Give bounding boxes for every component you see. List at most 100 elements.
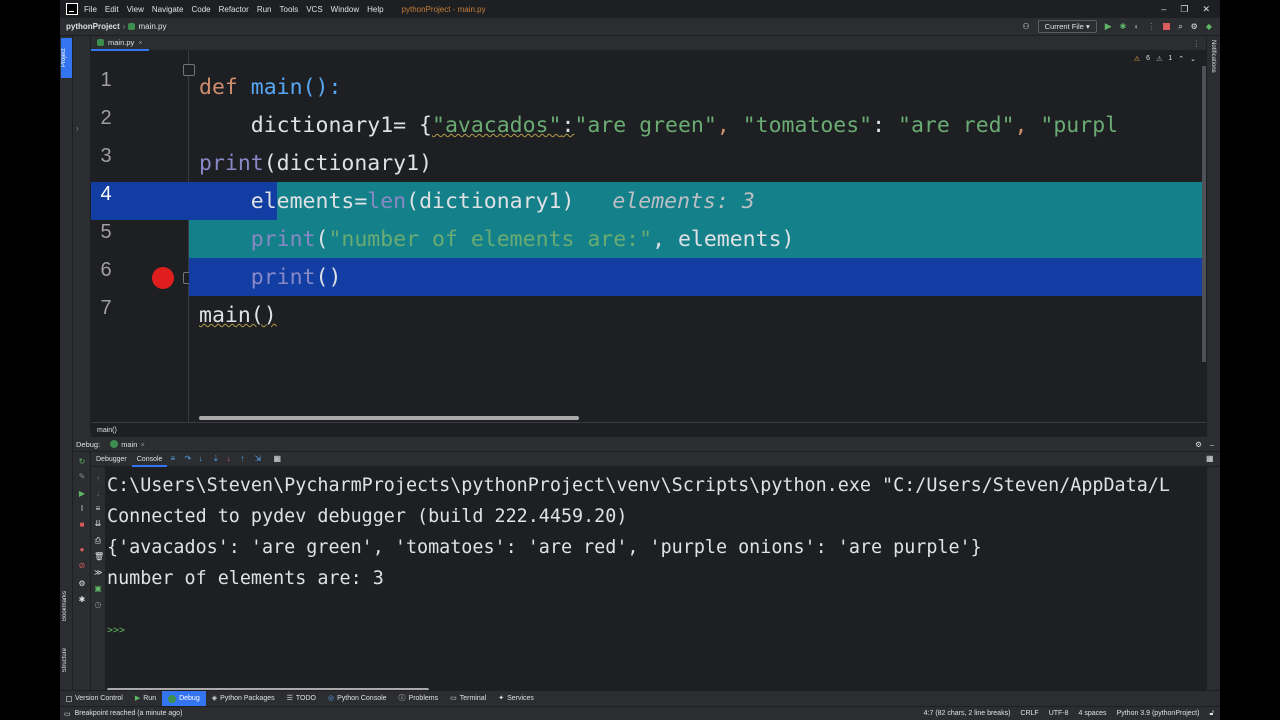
caret-position[interactable]: 4:7 (82 chars, 2 line breaks) [924,710,1011,718]
debug-console-output[interactable]: C:\Users\Steven\PycharmProjects\pythonPr… [107,470,1207,660]
chevron-right-icon: › [122,22,126,31]
menu-window[interactable]: Window [327,5,363,14]
stop-icon[interactable]: ■ [78,521,86,529]
settings-icon[interactable]: ⚙ [78,580,86,588]
arrow-up-icon[interactable]: ↑ [94,475,102,483]
python-console-icon[interactable]: ▣ [94,585,102,593]
clear-all-icon[interactable]: 🗑 [94,553,104,561]
editor-horizontal-scrollbar[interactable] [199,416,579,420]
print-icon[interactable]: ⎙ [94,537,102,545]
settings-icon[interactable]: ⚙ [1195,440,1202,449]
mute-breakpoints-icon[interactable]: ⊘ [78,562,86,570]
debug-icon[interactable]: ✱ [1120,22,1127,31]
close-tab-icon[interactable]: × [138,38,142,47]
menu-help[interactable]: Help [363,5,387,14]
builtin-len: len [367,189,407,214]
expand-arrow-icon[interactable]: › [76,124,79,133]
tool-python-packages[interactable]: ◈ Python Packages [206,691,281,707]
more-tabs-icon[interactable]: ⋮ [1193,39,1201,48]
tool-label: Terminal [459,694,487,702]
project-tool-tab[interactable]: Project [61,38,72,78]
restore-icon[interactable]: ❐ [1180,4,1188,15]
step-into-my-code-icon[interactable]: ⇣ [212,455,220,463]
rerun-icon[interactable]: ↻ [78,458,86,466]
run-icon[interactable]: ▶ [1105,21,1112,32]
indent-setting[interactable]: 4 spaces [1079,710,1107,718]
search-icon[interactable]: ⌕ [1178,22,1182,32]
history-icon[interactable]: ◷ [94,601,102,609]
menu-refactor[interactable]: Refactor [215,5,253,14]
menu-code[interactable]: Code [187,5,214,14]
run-to-cursor-icon[interactable]: ⇲ [254,455,262,463]
menu-file[interactable]: File [80,5,101,14]
user-icon[interactable]: ⚇ [1023,22,1030,31]
inspection-widget[interactable]: ⚠ 6 ⚠ 1 ⌃ ⌄ [1134,55,1196,63]
coverage-icon[interactable]: ◐ [1134,22,1139,31]
console-action-strip: ↑ ↓ ≡ ⇊ ⎙ 🗑 ≫ ▣ ◷ [91,467,106,690]
file-encoding[interactable]: UTF-8 [1049,710,1069,718]
evaluate-expression-icon[interactable]: ▦ [273,455,281,463]
tool-python-console[interactable]: ◎ Python Console [322,691,393,707]
tab-console[interactable]: Console [131,452,168,467]
menu-navigate[interactable]: Navigate [148,5,188,14]
pause-icon[interactable]: ‖ [78,505,86,513]
show-variables-icon[interactable]: ≫ [94,569,102,577]
tool-debug[interactable]: Debug [162,690,206,707]
lock-icon[interactable]: 🔓︎ [1209,710,1214,718]
breadcrumb-file[interactable]: main.py [138,22,166,31]
status-message[interactable]: Breakpoint reached (a minute ago) [75,710,183,717]
tool-terminal[interactable]: ▭ Terminal [444,691,492,707]
scroll-to-end-icon[interactable]: ⇊ [94,520,102,528]
more-run-icon[interactable]: ⋮ [1147,22,1155,31]
tool-version-control[interactable]: Version Control [60,691,129,707]
tool-problems[interactable]: ⓘ Problems [393,691,445,707]
editor-vertical-scrollbar[interactable] [1202,66,1206,362]
project-panel-collapsed[interactable]: › [73,36,91,430]
step-into-force-icon[interactable]: ↓ [226,455,234,463]
menu-icon[interactable]: ≡ [170,455,178,463]
bookmarks-tool-tab[interactable]: Bookmarks [62,591,68,621]
menu-vcs[interactable]: VCS [302,5,326,14]
tool-run[interactable]: ▶ Run [129,691,162,707]
layout-settings-icon[interactable]: ▦ [1206,455,1214,463]
step-over-icon[interactable]: ↷ [184,455,192,463]
breadcrumb-project[interactable]: pythonProject [66,22,120,31]
code-text: , [1014,113,1041,138]
menu-edit[interactable]: Edit [101,5,123,14]
tab-debugger[interactable]: Debugger [91,452,132,467]
menu-tools[interactable]: Tools [276,5,303,14]
step-out-icon[interactable]: ↑ [240,455,248,463]
tool-services[interactable]: ✦ Services [492,691,540,707]
menu-run[interactable]: Run [253,5,276,14]
arrow-down-icon[interactable]: ↓ [94,490,102,498]
status-toggle-icon[interactable]: ▭ [64,710,71,718]
tool-todo[interactable]: ☰ TODO [281,691,322,707]
console-prompt[interactable]: >>> [107,625,125,636]
stop-icon[interactable] [1163,23,1171,30]
minimize-panel-icon[interactable]: – [1210,440,1214,449]
structure-tool-tab[interactable]: Structure [62,648,68,672]
python-interpreter[interactable]: Python 3.9 (pythonProject) [1117,710,1200,718]
notifications-tool-tab[interactable]: Notifications [1210,40,1216,73]
tab-main-py[interactable]: main.py × [91,36,149,51]
step-into-icon[interactable]: ↓ [198,455,206,463]
run-toolbar: ⚇ Current File ▾ ▶ ✱ ◐ ⋮ ⌕ ⚙ ◆ [1023,20,1212,33]
close-session-icon[interactable]: × [140,440,144,449]
editor-breadcrumb[interactable]: main() [91,422,1206,437]
view-breakpoints-icon[interactable]: ● [78,546,86,554]
run-configuration-select[interactable]: Current File ▾ [1037,20,1097,33]
code-area[interactable]: ⚠ 6 ⚠ 1 ⌃ ⌄ def main(): dictionary1= {"a… [189,51,1206,422]
debug-session-tab[interactable]: main × [110,440,145,449]
settings-icon[interactable]: ⚙ [1191,22,1198,31]
modify-config-icon[interactable]: ✎ [78,473,86,481]
menu-view[interactable]: View [123,5,148,14]
close-icon[interactable]: ✕ [1202,4,1210,15]
soft-wrap-icon[interactable]: ≡ [94,505,102,513]
line-separator[interactable]: CRLF [1020,710,1038,718]
minimize-icon[interactable]: – [1161,4,1166,15]
breakpoint-icon[interactable] [152,267,174,289]
chevron-up-icon[interactable]: ⌃ [1178,55,1184,63]
pin-icon[interactable]: ✱ [78,596,86,604]
resume-icon[interactable]: ▶ [78,490,86,498]
chevron-down-icon[interactable]: ⌄ [1190,55,1196,63]
